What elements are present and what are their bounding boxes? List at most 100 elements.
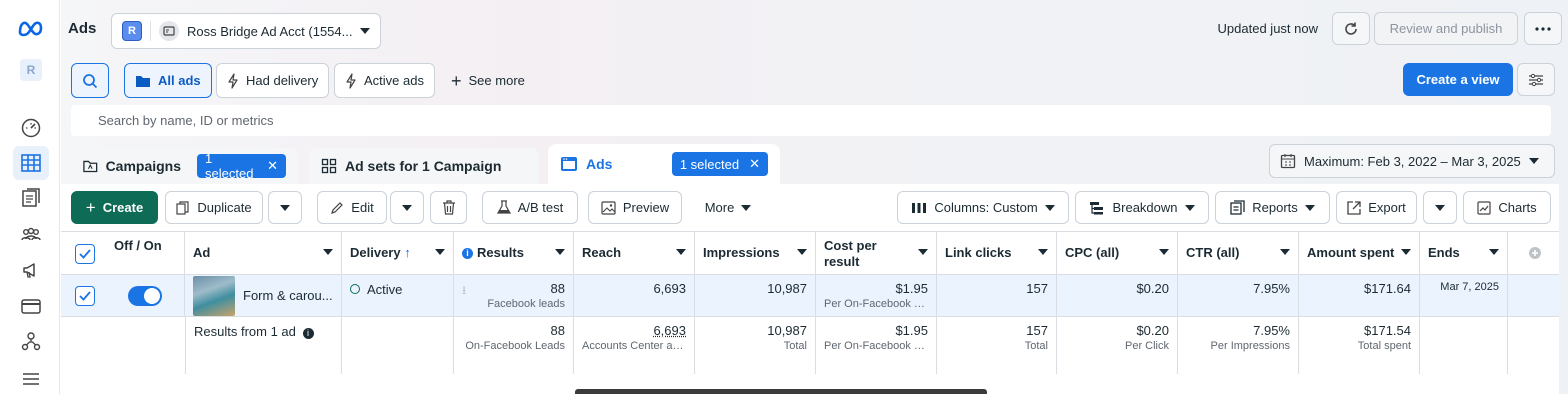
- results-value: 88: [550, 281, 565, 296]
- ctr-value: 7.95%: [1253, 281, 1290, 296]
- col-cost-per-result[interactable]: Cost per result: [816, 232, 937, 274]
- billing-card-icon[interactable]: [13, 289, 49, 323]
- col-link-clicks[interactable]: Link clicks: [937, 232, 1057, 274]
- chevron-down-icon[interactable]: [1489, 249, 1499, 255]
- audiences-people-icon[interactable]: [13, 218, 49, 252]
- overview-dashboard-icon[interactable]: [13, 111, 49, 145]
- totals-ctr-cell: 7.95% Per Impressions: [1178, 317, 1299, 374]
- breakdown-button[interactable]: Breakdown: [1075, 191, 1209, 224]
- ad-on-off-toggle[interactable]: [128, 286, 162, 306]
- ad-name-link[interactable]: Form & carou...: [243, 288, 333, 303]
- business-structure-icon[interactable]: [13, 324, 49, 358]
- duplicate-dropdown-button[interactable]: [268, 191, 302, 224]
- col-offon[interactable]: Off / On: [106, 232, 185, 274]
- tab-campaigns[interactable]: Campaigns 1 selected ✕: [71, 148, 298, 184]
- edit-dropdown-button[interactable]: [390, 191, 424, 224]
- chevron-down-icon[interactable]: [1159, 249, 1169, 255]
- folder-icon: [136, 75, 150, 87]
- chevron-down-icon: [1184, 204, 1195, 211]
- tab-ads[interactable]: Ads 1 selected ✕: [548, 144, 780, 184]
- campaigns-selected-pill[interactable]: 1 selected ✕: [197, 151, 286, 181]
- account-avatar[interactable]: R: [20, 59, 42, 81]
- edit-button[interactable]: Edit: [317, 191, 387, 224]
- account-picker[interactable]: R Ross Bridge Ad Acct (1554...: [111, 13, 381, 49]
- menu-hamburger-icon[interactable]: [13, 362, 49, 394]
- see-more-button[interactable]: + See more: [441, 63, 535, 98]
- ab-test-label: A/B test: [517, 200, 564, 215]
- delivery-status: Active: [367, 282, 403, 297]
- filter-active-ads[interactable]: Active ads: [334, 63, 435, 98]
- col-ctr[interactable]: CTR (all): [1178, 232, 1299, 274]
- totals-cost-cell: $1.95 Per On-Facebook Le...: [816, 317, 937, 374]
- ab-test-button[interactable]: A/B test: [482, 191, 578, 224]
- chevron-down-icon[interactable]: [918, 249, 928, 255]
- chevron-down-icon[interactable]: [435, 249, 445, 255]
- ads-manager-table-icon[interactable]: [13, 146, 49, 180]
- col-amount-spent[interactable]: Amount spent: [1299, 232, 1420, 274]
- table-header-row: Off / On Ad Delivery ↑ i Results Reach Im…: [61, 231, 1559, 275]
- charts-label: Charts: [1498, 200, 1537, 215]
- export-button[interactable]: Export: [1336, 191, 1417, 224]
- col-cost-per-result-label: Cost per result: [824, 238, 877, 269]
- ads-panel: All ads Had delivery Active ads + See mo…: [61, 56, 1559, 394]
- chevron-down-icon: [1304, 204, 1315, 211]
- chevron-down-icon[interactable]: [1280, 249, 1290, 255]
- filter-all-ads[interactable]: All ads: [124, 63, 212, 98]
- row-checkbox[interactable]: [61, 275, 106, 316]
- bottom-drawer-handle[interactable]: [575, 389, 987, 394]
- col-ctr-label: CTR (all): [1186, 245, 1240, 260]
- col-ends[interactable]: Ends: [1420, 232, 1508, 274]
- updated-status: Updated just now: [1217, 21, 1318, 36]
- search-input[interactable]: Search by name, ID or metrics: [71, 105, 1551, 136]
- ad-name-cell[interactable]: Form & carou...: [185, 275, 342, 316]
- reports-button[interactable]: Reports: [1215, 191, 1330, 224]
- totals-ctr-sub: Per Impressions: [1210, 340, 1290, 352]
- preview-button[interactable]: Preview: [588, 191, 682, 224]
- col-ad[interactable]: Ad: [185, 232, 342, 274]
- close-icon[interactable]: ✕: [267, 158, 278, 174]
- delete-button[interactable]: [430, 191, 467, 224]
- chevron-down-icon[interactable]: [797, 249, 807, 255]
- create-a-view-button[interactable]: Create a view: [1403, 63, 1513, 96]
- create-button[interactable]: + Create: [71, 191, 158, 224]
- more-options-button[interactable]: [1524, 12, 1562, 45]
- chevron-down-icon[interactable]: [1038, 249, 1048, 255]
- more-actions-button[interactable]: More: [693, 191, 763, 224]
- col-impressions[interactable]: Impressions: [695, 232, 816, 274]
- col-delivery[interactable]: Delivery ↑: [342, 232, 454, 274]
- tab-campaigns-label: Campaigns: [105, 158, 182, 174]
- filter-had-delivery[interactable]: Had delivery: [216, 63, 330, 98]
- col-reach[interactable]: Reach: [574, 232, 695, 274]
- view-settings-button[interactable]: [1517, 63, 1555, 96]
- table-row[interactable]: Form & carou... Active ⭳ 88 Facebook lea…: [61, 275, 1559, 317]
- col-ad-label: Ad: [193, 245, 211, 260]
- charts-button[interactable]: Charts: [1463, 191, 1551, 224]
- ads-selected-pill[interactable]: 1 selected ✕: [671, 152, 768, 176]
- advertising-megaphone-icon[interactable]: [13, 253, 49, 287]
- meta-logo-icon[interactable]: [17, 18, 45, 38]
- chevron-down-icon[interactable]: [323, 249, 333, 255]
- info-icon[interactable]: i: [302, 327, 314, 339]
- search-toggle-button[interactable]: [71, 63, 109, 98]
- campaigns-selected-count: 1 selected: [205, 151, 254, 181]
- add-column-button[interactable]: [1508, 232, 1558, 274]
- col-cpc[interactable]: CPC (all): [1057, 232, 1178, 274]
- export-dropdown-button[interactable]: [1423, 191, 1457, 224]
- chevron-down-icon[interactable]: [555, 249, 565, 255]
- col-results[interactable]: i Results: [454, 232, 574, 274]
- refresh-button[interactable]: [1332, 12, 1370, 45]
- columns-button[interactable]: Columns: Custom: [897, 191, 1069, 224]
- reports-pages-icon[interactable]: [13, 181, 49, 215]
- duplicate-button[interactable]: Duplicate: [165, 191, 263, 224]
- chevron-down-icon[interactable]: [676, 249, 686, 255]
- review-and-publish-button[interactable]: Review and publish: [1374, 12, 1518, 45]
- date-range-picker[interactable]: Maximum: Feb 3, 2022 – Mar 3, 2025: [1269, 144, 1555, 178]
- chevron-down-icon: [1435, 204, 1445, 211]
- tab-ad-sets[interactable]: Ad sets for 1 Campaign: [309, 148, 539, 184]
- select-all-checkbox[interactable]: [61, 232, 106, 274]
- chevron-down-icon[interactable]: [1401, 249, 1411, 255]
- totals-cost: $1.95: [895, 323, 928, 338]
- close-icon[interactable]: ✕: [749, 156, 760, 172]
- info-icon[interactable]: i: [462, 247, 473, 259]
- totals-reach[interactable]: 6,693: [582, 323, 686, 338]
